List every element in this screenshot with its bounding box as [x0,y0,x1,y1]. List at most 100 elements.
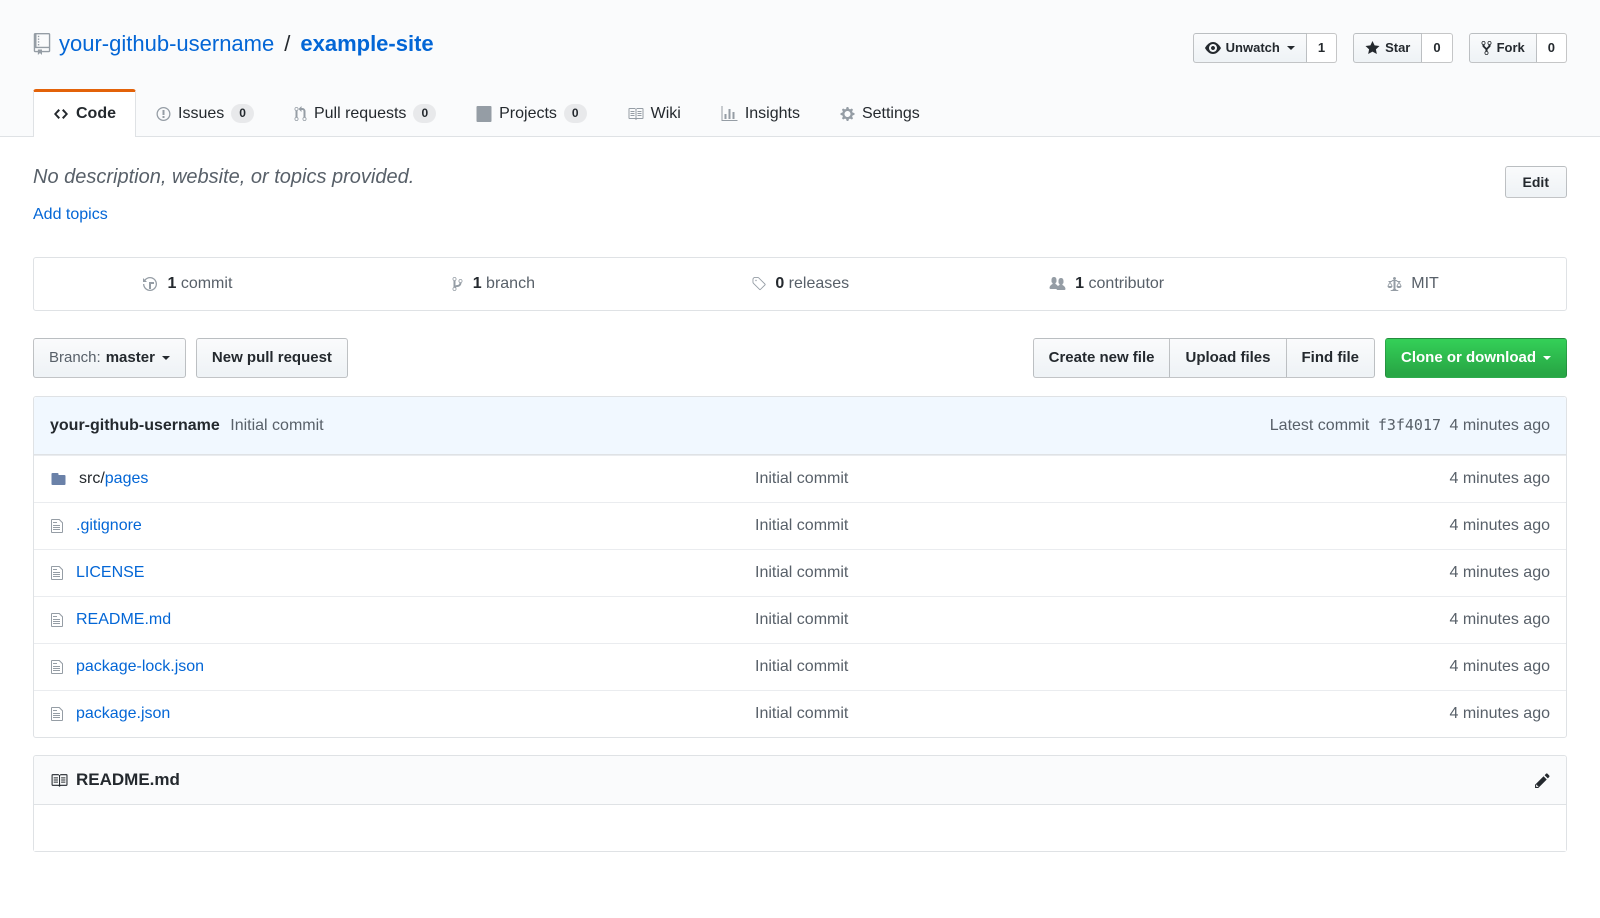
file-row: package.json Initial commit 4 minutes ag… [34,690,1566,737]
file-commit-message[interactable]: Initial commit [755,517,848,534]
file-link[interactable]: .gitignore [76,517,142,534]
create-new-file-button[interactable]: Create new file [1033,338,1171,378]
file-commit-message[interactable]: Initial commit [755,705,848,722]
repo-actions: Unwatch 1 Star 0 Fork 0 [1193,33,1567,63]
find-file-button[interactable]: Find file [1286,338,1376,378]
clone-or-download-button[interactable]: Clone or download [1385,338,1567,378]
latest-commit-label: Latest commit [1270,417,1370,434]
watch-group: Unwatch 1 [1193,33,1337,63]
watch-count[interactable]: 1 [1307,33,1337,63]
law-icon [1387,276,1402,292]
issue-icon [156,106,171,122]
tag-icon [751,276,766,292]
fork-icon [1481,40,1492,56]
fork-button[interactable]: Fork [1469,33,1537,63]
file-row: .gitignore Initial commit 4 minutes ago [34,502,1566,549]
edit-readme-button[interactable] [1535,772,1550,789]
star-label: Star [1385,39,1410,57]
file-icon [50,612,64,628]
readme-content [34,805,1566,851]
fork-count[interactable]: 0 [1537,33,1567,63]
history-icon [142,276,158,292]
file-commit-message[interactable]: Initial commit [755,564,848,581]
readme-title-text: README.md [76,770,180,790]
caret-down-icon [162,356,170,364]
repo-tabs: Code Issues 0 Pull requests 0 Projects 0… [33,89,1567,136]
star-button[interactable]: Star [1353,33,1422,63]
releases-stat[interactable]: 0 releases [647,258,953,310]
license-stat[interactable]: MIT [1260,258,1566,310]
edit-description-button[interactable]: Edit [1505,166,1567,198]
tab-code[interactable]: Code [33,89,136,137]
tab-pull-requests[interactable]: Pull requests 0 [274,89,456,137]
branch-icon [452,276,463,292]
star-count[interactable]: 0 [1422,33,1452,63]
file-commit-message[interactable]: Initial commit [755,470,848,487]
repo-stats-bar: 1 commit 1 branch 0 releases 1 contribut… [33,257,1567,311]
unwatch-button[interactable]: Unwatch [1193,33,1307,63]
file-icon [50,659,64,675]
branch-select-button[interactable]: Branch: master [33,338,186,378]
commit-sha-link[interactable]: f3f4017 [1378,416,1441,434]
file-path-prefix: src/ [79,470,105,487]
file-icon [50,706,64,722]
tab-code-label: Code [76,105,116,123]
tab-insights-label: Insights [745,105,800,123]
file-row: src/pages Initial commit 4 minutes ago [34,455,1566,502]
branches-stat[interactable]: 1 branch [340,258,646,310]
file-commit-message[interactable]: Initial commit [755,611,848,628]
description-section: No description, website, or topics provi… [33,166,1567,224]
repo-path-separator: / [284,31,290,57]
tab-wiki-label: Wiki [651,105,681,123]
file-link[interactable]: package-lock.json [76,658,204,675]
issues-count-badge: 0 [231,104,254,123]
file-row: README.md Initial commit 4 minutes ago [34,596,1566,643]
pull-request-icon [294,106,307,122]
graph-icon [721,106,738,122]
branch-name-label: master [106,348,155,368]
caret-down-icon [1543,356,1551,364]
file-commit-time: 4 minutes ago [1250,611,1550,629]
book-icon [50,772,68,789]
pull-requests-count-badge: 0 [413,104,436,123]
file-actions-group: Create new file Upload files Find file [1033,338,1375,378]
readme-section: README.md [33,755,1567,852]
tab-insights[interactable]: Insights [701,89,820,137]
file-commit-time: 4 minutes ago [1250,564,1550,582]
commit-message-link[interactable]: Initial commit [230,417,323,434]
repo-owner-link[interactable]: your-github-username [59,31,274,57]
repo-name-link[interactable]: example-site [300,31,433,57]
tab-settings[interactable]: Settings [820,89,940,137]
caret-down-icon [1287,46,1295,54]
file-row: package-lock.json Initial commit 4 minut… [34,643,1566,690]
fork-group: Fork 0 [1469,33,1567,63]
unwatch-label: Unwatch [1226,39,1280,57]
tab-wiki[interactable]: Wiki [607,89,701,137]
projects-count-badge: 0 [564,104,587,123]
tab-projects[interactable]: Projects 0 [456,89,606,137]
contributors-count: 1 [1075,275,1084,292]
contributors-stat[interactable]: 1 contributor [953,258,1259,310]
new-pull-request-button[interactable]: New pull request [196,338,348,378]
file-link[interactable]: README.md [76,611,171,628]
file-link[interactable]: package.json [76,705,170,722]
star-group: Star 0 [1353,33,1453,63]
commit-author-link[interactable]: your-github-username [50,417,220,434]
repo-title: your-github-username / example-site [33,31,434,57]
repo-header: your-github-username / example-site Unwa… [0,0,1600,137]
add-topics-link[interactable]: Add topics [33,206,108,224]
file-link[interactable]: LICENSE [76,564,144,581]
commits-stat[interactable]: 1 commit [34,258,340,310]
folder-icon [50,471,67,487]
tab-issues[interactable]: Issues 0 [136,89,274,137]
releases-label: releases [789,275,849,292]
pencil-icon [1535,772,1550,789]
tab-projects-label: Projects [499,105,557,123]
branch-prefix-label: Branch: [49,348,101,368]
repo-description-text: No description, website, or topics provi… [33,166,414,189]
upload-files-button[interactable]: Upload files [1169,338,1286,378]
file-commit-time: 4 minutes ago [1250,470,1550,488]
file-icon [50,518,64,534]
file-link[interactable]: pages [105,470,149,487]
file-commit-message[interactable]: Initial commit [755,658,848,675]
